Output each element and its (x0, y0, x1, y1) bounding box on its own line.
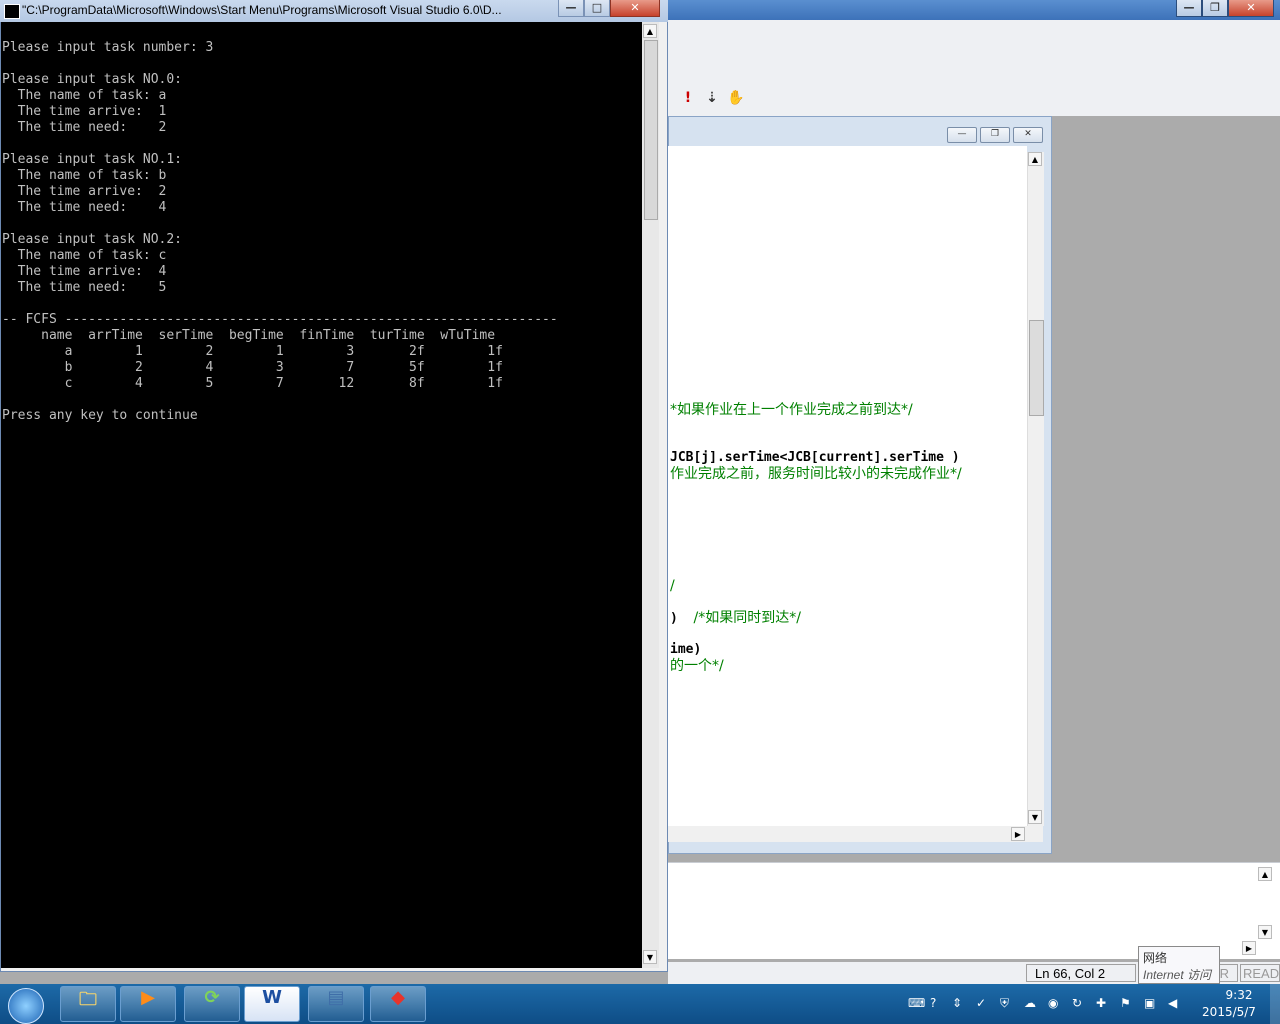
ide-restore-button[interactable]: ❐ (1202, 0, 1228, 17)
shield-icon[interactable]: ⛨ (1000, 996, 1009, 1011)
taskbar-explorer[interactable]: 🗀 (60, 986, 116, 1022)
console-app-icon[interactable] (4, 4, 20, 19)
tooltip-title: 网络 (1143, 951, 1168, 965)
code-line: ) /*如果同时到达*/ (670, 610, 801, 626)
help-icon[interactable]: ? (930, 996, 936, 1010)
code-line: JCB[j].serTime<JCB[current].serTime ) (670, 450, 960, 465)
code-line: 作业完成之前，服务时间比较小的未完成作业*/ (670, 466, 962, 482)
console-title-bar: "C:\ProgramData\Microsoft\Windows\Start … (0, 0, 668, 22)
taskbar-word[interactable]: W (244, 986, 300, 1022)
breakpoint-hand-icon[interactable]: ✋ (726, 88, 746, 108)
console-text: Please input task number: 3 Please input… (2, 40, 558, 423)
step-into-icon[interactable]: ⇣ (702, 88, 722, 108)
console-scrollbar[interactable]: ▲ ▼ (642, 22, 659, 968)
code-line: / (670, 578, 675, 594)
scroll-thumb[interactable] (1029, 320, 1044, 416)
app-tray-icon[interactable]: ◉ (1048, 996, 1058, 1010)
output-pane[interactable]: ▲ ▼ ▶ (668, 862, 1280, 959)
console-close-button[interactable]: ✕ (610, 0, 660, 17)
clock-time[interactable]: 9:32 (1214, 988, 1264, 1002)
cloud-icon[interactable]: ☁ (1024, 996, 1036, 1010)
taskbar-app[interactable]: ◆ (370, 986, 426, 1022)
clock-date[interactable]: 2015/5/7 (1196, 1005, 1262, 1019)
scroll-up-arrow-icon[interactable]: ▲ (1028, 152, 1042, 166)
code-editor[interactable]: *如果作业在上一个作业完成之前到达*/ JCB[j].serTime<JCB[c… (668, 146, 1027, 826)
child-restore-button[interactable]: ❐ (980, 127, 1010, 143)
start-button[interactable] (2, 985, 48, 1024)
ide-toolbar: ! ⇣ ✋ (668, 52, 1280, 116)
sync-tray-icon[interactable]: ↻ (1072, 996, 1082, 1010)
ime-icon[interactable]: ✚ (1096, 996, 1106, 1010)
console-maximize-button[interactable]: □ (584, 0, 610, 17)
scroll-right-arrow-icon[interactable]: ▶ (1011, 827, 1025, 841)
ide-minimize-button[interactable]: — (1176, 0, 1202, 17)
console-output-area[interactable]: Please input task number: 3 Please input… (1, 22, 642, 968)
ide-close-button[interactable]: ✕ (1228, 0, 1274, 17)
show-desktop-button[interactable] (1270, 984, 1280, 1024)
keyboard-icon[interactable]: ⌨ (908, 996, 925, 1010)
output-scroll-up-icon[interactable]: ▲ (1258, 867, 1272, 881)
tray-chevron-icon[interactable]: ⇕ (952, 996, 962, 1010)
code-line: 的一个*/ (670, 658, 724, 674)
cursor-position: Ln 66, Col 2 (1026, 964, 1136, 982)
code-line: *如果作业在上一个作业完成之前到达*/ (670, 402, 913, 418)
taskbar: 🗀 ▶ ⟳ W ▤ ◆ 9:32 2015/5/7 (0, 984, 1280, 1024)
network-tooltip: 网络 Internet 访问 (1138, 946, 1220, 984)
read-only-indicator: READ (1240, 964, 1280, 982)
scroll-down-arrow-icon[interactable]: ▼ (1028, 810, 1042, 824)
tooltip-detail: Internet 访问 (1143, 968, 1212, 982)
console-scroll-thumb[interactable] (644, 40, 658, 220)
console-scroll-up-icon[interactable]: ▲ (643, 24, 657, 38)
flag-icon[interactable]: ⚑ (1120, 996, 1131, 1010)
editor-horizontal-scrollbar[interactable]: ▶ (668, 826, 1043, 842)
output-scroll-down-icon[interactable]: ▼ (1258, 925, 1272, 939)
console-scroll-down-icon[interactable]: ▼ (643, 950, 657, 964)
ide-title-bar: — ❐ ✕ (668, 0, 1280, 20)
code-line: ime) (670, 642, 702, 657)
ide-menu-bar (668, 20, 1280, 53)
child-close-button[interactable]: ✕ (1013, 127, 1043, 143)
security-icon[interactable]: ✓ (976, 996, 986, 1010)
windows-logo-icon (8, 988, 44, 1024)
console-title: "C:\ProgramData\Microsoft\Windows\Start … (22, 3, 502, 17)
taskbar-visual-studio[interactable]: ▤ (308, 986, 364, 1022)
taskbar-media-player[interactable]: ▶ (120, 986, 176, 1022)
output-scroll-right-icon[interactable]: ▶ (1242, 941, 1256, 955)
volume-icon[interactable]: ◀ (1168, 996, 1177, 1010)
editor-vertical-scrollbar[interactable]: ▲ ▼ (1027, 152, 1044, 826)
console-minimize-button[interactable]: — (558, 0, 584, 17)
taskbar-sync[interactable]: ⟳ (184, 986, 240, 1022)
child-minimize-button[interactable]: — (947, 127, 977, 143)
execute-icon[interactable]: ! (678, 88, 698, 108)
network-icon[interactable]: ▣ (1144, 996, 1155, 1010)
